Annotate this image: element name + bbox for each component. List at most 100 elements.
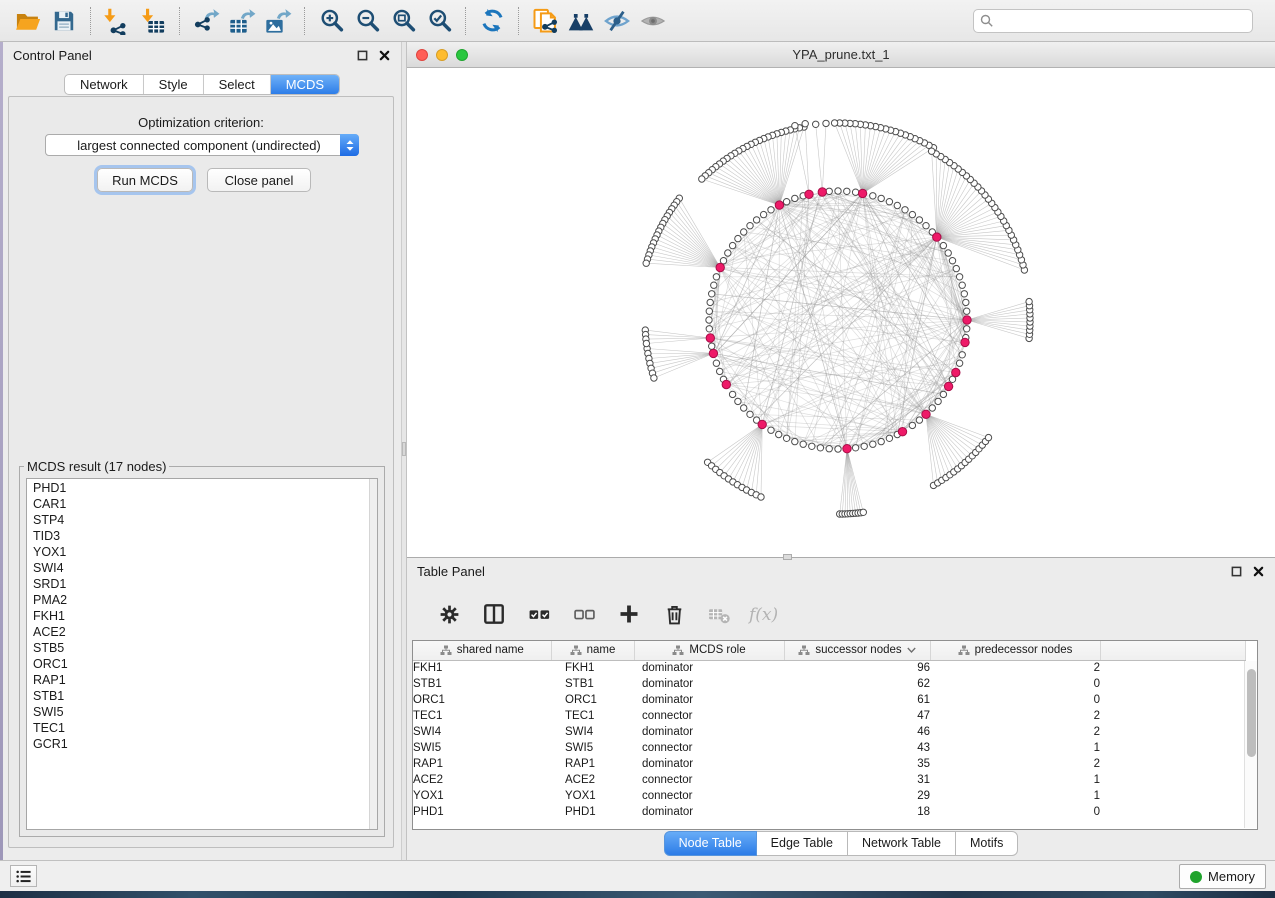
show-columns-button[interactable] — [481, 601, 507, 627]
mcds-result-item[interactable]: ORC1 — [27, 656, 369, 672]
column-header-predecessor-nodes[interactable]: predecessor nodes — [930, 641, 1100, 660]
horizontal-splitter-handle[interactable] — [783, 554, 792, 560]
zoom-in-icon — [318, 7, 345, 34]
network-window-titlebar: YPA_prune.txt_1 — [407, 42, 1275, 68]
mcds-result-item[interactable]: TID3 — [27, 528, 369, 544]
table-row[interactable]: FKH1FKH1dominator962 — [413, 660, 1246, 676]
mcds-result-item[interactable]: TEC1 — [27, 720, 369, 736]
float-icon[interactable] — [355, 48, 369, 62]
table-scrollbar[interactable] — [1244, 661, 1257, 828]
mcds-result-item[interactable]: STB5 — [27, 640, 369, 656]
mcds-result-list[interactable]: PHD1CAR1STP4TID3YOX1SWI4SRD1PMA2FKH1ACE2… — [26, 478, 378, 830]
select-all-button[interactable] — [526, 601, 552, 627]
mcds-result-item[interactable]: SRD1 — [27, 576, 369, 592]
import-network-icon — [103, 7, 131, 35]
open-file-button[interactable] — [10, 4, 46, 38]
mcds-result-item[interactable]: RAP1 — [27, 672, 369, 688]
mcds-result-item[interactable]: FKH1 — [27, 608, 369, 624]
export-table-button[interactable] — [224, 4, 260, 38]
import-table-icon — [139, 7, 167, 35]
optimization-criterion-select[interactable]: largest connected component (undirected) — [45, 134, 359, 156]
mcds-result-item[interactable]: PHD1 — [27, 480, 369, 496]
desktop-wallpaper-strip — [0, 891, 1275, 898]
table-row[interactable]: TEC1TEC1connector472 — [413, 708, 1246, 724]
export-network-button[interactable] — [188, 4, 224, 38]
mcds-result-item[interactable]: SWI4 — [27, 560, 369, 576]
control-panel-title: Control Panel — [13, 48, 347, 63]
list-icon — [15, 869, 32, 884]
save-session-button[interactable] — [46, 4, 82, 38]
attribute-tree-icon — [440, 645, 452, 656]
tab-edge-table[interactable]: Edge Table — [757, 831, 848, 856]
mcds-result-item[interactable]: STB1 — [27, 688, 369, 704]
tab-motifs[interactable]: Motifs — [956, 831, 1018, 856]
mcds-result-item[interactable]: CAR1 — [27, 496, 369, 512]
clone-network-icon — [531, 7, 559, 35]
search-input[interactable] — [994, 12, 1252, 30]
mcds-result-item[interactable]: SWI5 — [27, 704, 369, 720]
close-icon[interactable] — [1251, 564, 1265, 578]
zoom-fit-button[interactable] — [385, 4, 421, 38]
import-network-button[interactable] — [99, 4, 135, 38]
tab-node-table[interactable]: Node Table — [664, 831, 757, 856]
task-history-button[interactable] — [10, 865, 37, 887]
splitter-handle[interactable] — [402, 442, 406, 456]
mcds-result-item[interactable]: PMA2 — [27, 592, 369, 608]
column-header-successor-nodes[interactable]: successor nodes — [784, 641, 930, 660]
table-row[interactable]: ACE2ACE2connector311 — [413, 772, 1246, 788]
scrollbar-thumb[interactable] — [1247, 669, 1256, 757]
clone-network-button[interactable] — [527, 4, 563, 38]
network-canvas[interactable] — [407, 68, 1275, 557]
function-builder-button: f(x) — [751, 601, 777, 627]
node-table: shared namenameMCDS rolesuccessor nodesp… — [412, 640, 1258, 830]
export-image-button[interactable] — [260, 4, 296, 38]
settings-gear-icon — [438, 603, 461, 626]
hide-graphics-button[interactable] — [599, 4, 635, 38]
table-row[interactable]: YOX1YOX1connector291 — [413, 788, 1246, 804]
memory-label: Memory — [1208, 869, 1255, 884]
tab-style[interactable]: Style — [143, 75, 203, 94]
add-row-button[interactable] — [616, 601, 642, 627]
zoom-selected-button[interactable] — [421, 4, 457, 38]
table-row[interactable]: RAP1RAP1dominator352 — [413, 756, 1246, 772]
mcds-result-item[interactable]: YOX1 — [27, 544, 369, 560]
attribute-tree-icon — [570, 645, 582, 656]
tab-mcds[interactable]: MCDS — [270, 75, 339, 94]
delete-row-button[interactable] — [661, 601, 687, 627]
mcds-result-item[interactable]: GCR1 — [27, 736, 369, 752]
settings-gear-button[interactable] — [436, 601, 462, 627]
tab-select[interactable]: Select — [203, 75, 270, 94]
table-row[interactable]: SWI5SWI5connector431 — [413, 740, 1246, 756]
zoom-out-button[interactable] — [349, 4, 385, 38]
float-icon[interactable] — [1229, 564, 1243, 578]
close-panel-button[interactable]: Close panel — [207, 168, 311, 192]
show-graphics-button[interactable] — [635, 4, 671, 38]
table-row[interactable]: STB1STB1dominator620 — [413, 676, 1246, 692]
close-icon[interactable] — [377, 48, 391, 62]
mcds-list-scrollbar[interactable] — [369, 479, 377, 829]
toolbar-separator — [179, 7, 180, 35]
table-row[interactable]: SWI4SWI4dominator462 — [413, 724, 1246, 740]
deselect-all-button[interactable] — [571, 601, 597, 627]
import-table-button[interactable] — [135, 4, 171, 38]
network-overview-button[interactable] — [563, 4, 599, 38]
column-header-shared-name[interactable]: shared name — [413, 641, 551, 660]
run-mcds-button[interactable]: Run MCDS — [97, 168, 193, 192]
table-row[interactable]: ORC1ORC1dominator610 — [413, 692, 1246, 708]
column-header-MCDS-role[interactable]: MCDS role — [634, 641, 784, 660]
export-network-icon — [192, 7, 220, 35]
table-row[interactable]: PHD1PHD1dominator180 — [413, 804, 1246, 820]
tab-network[interactable]: Network — [65, 75, 143, 94]
mcds-result-item[interactable]: STP4 — [27, 512, 369, 528]
table-panel-tabs: Node TableEdge TableNetwork TableMotifs — [407, 831, 1275, 856]
mcds-result-item[interactable]: ACE2 — [27, 624, 369, 640]
network-overview-icon — [567, 7, 595, 35]
refresh-icon — [479, 7, 506, 34]
column-header-name[interactable]: name — [551, 641, 634, 660]
open-file-icon — [14, 7, 42, 35]
toolbar-separator — [465, 7, 466, 35]
refresh-button[interactable] — [474, 4, 510, 38]
tab-network-table[interactable]: Network Table — [848, 831, 956, 856]
zoom-in-button[interactable] — [313, 4, 349, 38]
memory-button[interactable]: Memory — [1179, 864, 1266, 889]
